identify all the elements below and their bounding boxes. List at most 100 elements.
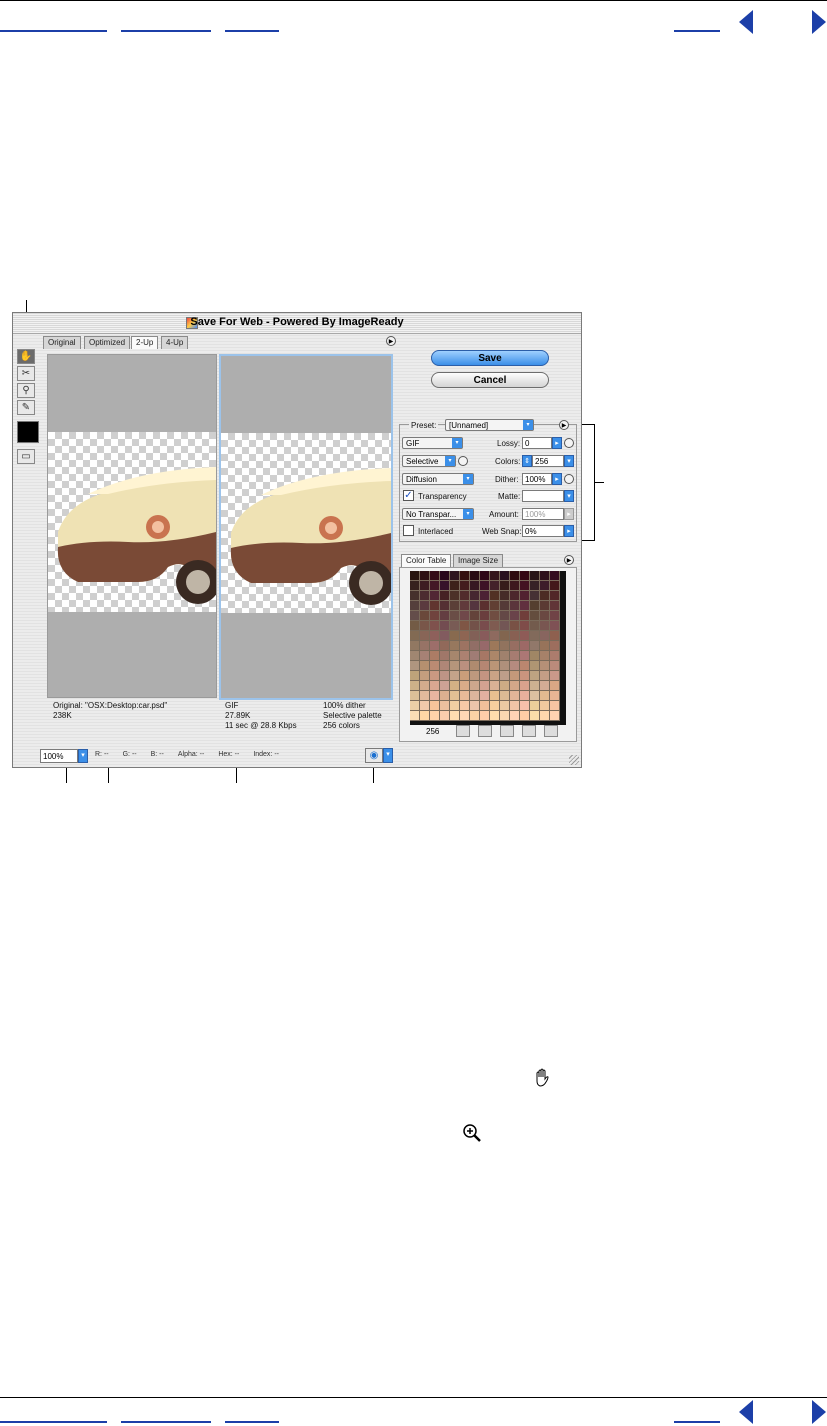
color-swatch-cell[interactable] xyxy=(450,641,460,651)
color-swatch-grid[interactable] xyxy=(410,571,566,725)
color-swatch-cell[interactable] xyxy=(440,621,450,631)
tab-2-up[interactable]: 2-Up xyxy=(131,336,159,349)
preview-toggle-icon[interactable]: ▭ xyxy=(17,449,35,464)
color-swatch-cell[interactable] xyxy=(500,631,510,641)
lossy-field[interactable]: 0 xyxy=(522,437,552,449)
nav-link-1[interactable] xyxy=(0,30,107,32)
color-swatch-cell[interactable] xyxy=(460,711,470,721)
color-swatch-cell[interactable] xyxy=(470,651,480,661)
color-swatch-cell[interactable] xyxy=(420,641,430,651)
color-swatch-cell[interactable] xyxy=(550,711,560,721)
color-swatch-cell[interactable] xyxy=(510,671,520,681)
color-swatch-cell[interactable] xyxy=(410,601,420,611)
matte-dropdown-icon[interactable]: ▾ xyxy=(564,490,574,502)
color-swatch-cell[interactable] xyxy=(550,631,560,641)
color-swatch-cell[interactable] xyxy=(420,681,430,691)
color-swatch-cell[interactable] xyxy=(440,571,450,581)
amount-field[interactable]: 100% xyxy=(522,508,564,520)
color-swatch-cell[interactable] xyxy=(530,641,540,651)
color-swatch-cell[interactable] xyxy=(550,641,560,651)
reduction-mask-icon[interactable] xyxy=(458,456,468,466)
color-swatch-cell[interactable] xyxy=(410,661,420,671)
save-button[interactable]: Save xyxy=(431,350,549,366)
optimized-pane[interactable] xyxy=(219,354,393,700)
color-swatch-cell[interactable] xyxy=(540,711,550,721)
color-swatch-cell[interactable] xyxy=(500,601,510,611)
color-swatch-cell[interactable] xyxy=(490,681,500,691)
color-swatch-cell[interactable] xyxy=(450,711,460,721)
color-swatch-cell[interactable] xyxy=(420,691,430,701)
color-swatch-cell[interactable] xyxy=(460,681,470,691)
color-swatch-cell[interactable] xyxy=(450,651,460,661)
color-swatch-cell[interactable] xyxy=(480,661,490,671)
color-swatch-cell[interactable] xyxy=(440,671,450,681)
color-swatch-cell[interactable] xyxy=(460,671,470,681)
color-swatch-cell[interactable] xyxy=(540,601,550,611)
color-swatch-cell[interactable] xyxy=(430,571,440,581)
reduction-select[interactable]: Selective ▾ xyxy=(402,455,456,467)
color-swatch-cell[interactable] xyxy=(410,591,420,601)
color-swatch-cell[interactable] xyxy=(480,651,490,661)
color-swatch-cell[interactable] xyxy=(480,681,490,691)
dither-algorithm-select[interactable]: Diffusion ▾ xyxy=(402,473,474,485)
color-swatch-cell[interactable] xyxy=(520,581,530,591)
color-swatch-cell[interactable] xyxy=(490,581,500,591)
color-swatch-cell[interactable] xyxy=(510,601,520,611)
color-swatch-cell[interactable] xyxy=(520,701,530,711)
color-swatch-cell[interactable] xyxy=(470,671,480,681)
color-swatch-cell[interactable] xyxy=(500,691,510,701)
color-swatch-cell[interactable] xyxy=(460,661,470,671)
color-swatch-cell[interactable] xyxy=(540,701,550,711)
color-swatch-cell[interactable] xyxy=(540,631,550,641)
color-swatch-cell[interactable] xyxy=(470,701,480,711)
new-color-icon[interactable] xyxy=(522,725,536,737)
color-swatch-cell[interactable] xyxy=(530,621,540,631)
color-swatch-cell[interactable] xyxy=(460,571,470,581)
color-swatch-cell[interactable] xyxy=(520,661,530,671)
color-swatch-cell[interactable] xyxy=(430,641,440,651)
color-swatch-cell[interactable] xyxy=(470,571,480,581)
color-swatch-cell[interactable] xyxy=(430,611,440,621)
nav-link-4[interactable] xyxy=(674,30,720,32)
color-swatch-cell[interactable] xyxy=(500,611,510,621)
color-swatch-cell[interactable] xyxy=(460,601,470,611)
color-swatch-cell[interactable] xyxy=(520,611,530,621)
color-swatch-cell[interactable] xyxy=(440,631,450,641)
colors-dropdown-icon[interactable]: ▾ xyxy=(564,455,574,467)
color-swatch-cell[interactable] xyxy=(440,661,450,671)
next-page-icon-bottom[interactable] xyxy=(812,1400,826,1424)
eyedropper-icon[interactable]: ✎ xyxy=(17,400,35,415)
format-select[interactable]: GIF ▾ xyxy=(402,437,463,449)
color-swatch-cell[interactable] xyxy=(440,581,450,591)
color-swatch-cell[interactable] xyxy=(490,601,500,611)
color-swatch-cell[interactable] xyxy=(550,661,560,671)
color-swatch-cell[interactable] xyxy=(440,611,450,621)
color-swatch-cell[interactable] xyxy=(410,691,420,701)
color-swatch-cell[interactable] xyxy=(450,681,460,691)
color-swatch-cell[interactable] xyxy=(540,571,550,581)
color-swatch-cell[interactable] xyxy=(530,661,540,671)
color-swatch-cell[interactable] xyxy=(420,711,430,721)
color-swatch-cell[interactable] xyxy=(420,611,430,621)
color-swatch-cell[interactable] xyxy=(440,641,450,651)
color-swatch-cell[interactable] xyxy=(500,621,510,631)
color-swatch-cell[interactable] xyxy=(510,571,520,581)
color-swatch-cell[interactable] xyxy=(500,641,510,651)
color-swatch-cell[interactable] xyxy=(540,611,550,621)
dither-slider-arrow-icon[interactable]: ▸ xyxy=(552,473,562,485)
color-swatch-cell[interactable] xyxy=(480,711,490,721)
color-swatch-cell[interactable] xyxy=(490,671,500,681)
color-swatch-cell[interactable] xyxy=(510,641,520,651)
color-swatch-cell[interactable] xyxy=(430,601,440,611)
color-swatch-cell[interactable] xyxy=(440,701,450,711)
color-swatch-cell[interactable] xyxy=(490,701,500,711)
color-swatch-cell[interactable] xyxy=(500,571,510,581)
color-swatch-cell[interactable] xyxy=(490,591,500,601)
color-swatch-cell[interactable] xyxy=(410,671,420,681)
color-swatch-cell[interactable] xyxy=(410,681,420,691)
color-swatch-cell[interactable] xyxy=(420,581,430,591)
web-shift-icon[interactable] xyxy=(456,725,470,737)
zoom-icon[interactable]: ⚲ xyxy=(17,383,35,398)
color-swatch-cell[interactable] xyxy=(450,571,460,581)
color-swatch-cell[interactable] xyxy=(510,611,520,621)
